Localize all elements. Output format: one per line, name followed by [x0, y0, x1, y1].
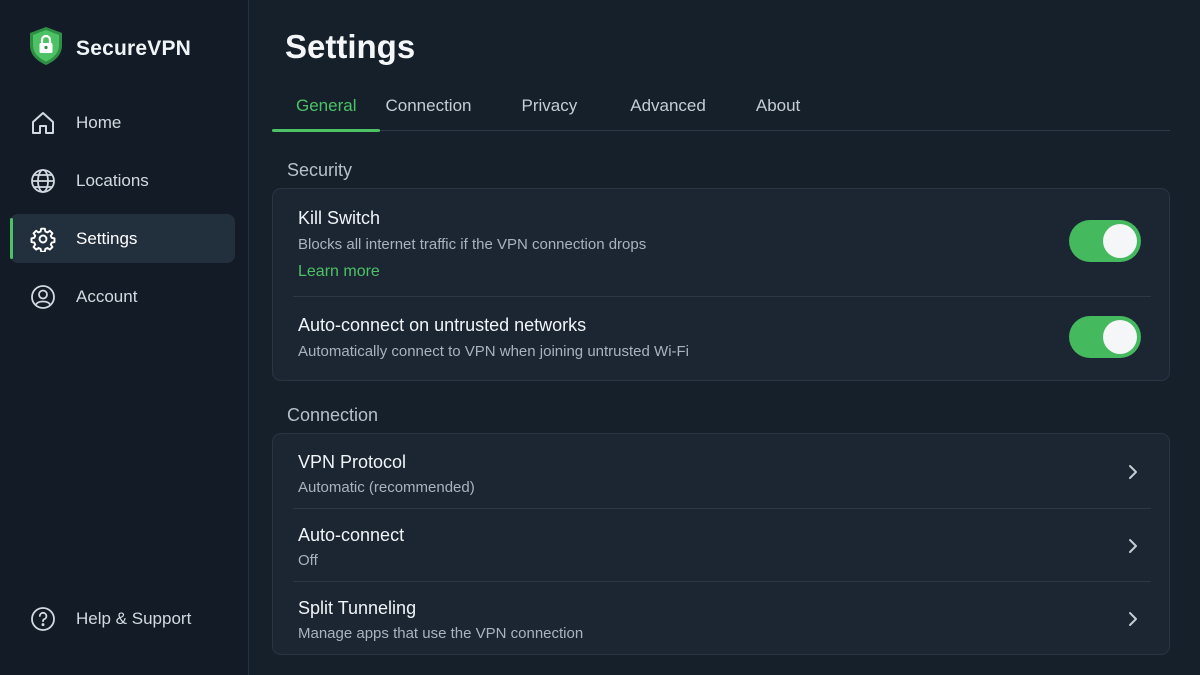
- sidebar-item-home[interactable]: Home: [10, 98, 235, 147]
- split-tunneling-title: Split Tunneling: [298, 598, 417, 618]
- brand: SecureVPN: [28, 26, 191, 71]
- sidebar-item-label: Locations: [76, 170, 149, 190]
- auto-connect-untrusted-title: Auto-connect on untrusted networks: [298, 315, 587, 335]
- vpn-protocol-value: Automatic (recommended): [298, 479, 475, 496]
- kill-switch-row: Kill Switch Blocks all internet traffic …: [273, 189, 1169, 296]
- kill-switch-title: Kill Switch: [298, 208, 381, 228]
- sidebar-item-label: Home: [76, 112, 122, 132]
- chevron-right-icon: [1129, 465, 1137, 479]
- split-tunneling-value: Manage apps that use the VPN connection: [298, 625, 584, 642]
- section-title-security: Security: [287, 160, 353, 180]
- learn-more-link[interactable]: Learn more: [298, 263, 380, 281]
- help-icon: [30, 606, 56, 632]
- auto-connect-untrusted-row: Auto-connect on untrusted networks Autom…: [273, 296, 1169, 380]
- tab-general[interactable]: General: [272, 88, 381, 132]
- auto-connect-untrusted-toggle[interactable]: [1069, 316, 1141, 358]
- home-icon: [30, 110, 56, 136]
- sidebar-item-label: Settings: [76, 228, 138, 248]
- auto-connect-untrusted-description: Automatically connect to VPN when joinin…: [298, 343, 690, 360]
- tab-privacy[interactable]: Privacy: [496, 88, 602, 131]
- auto-connect-row[interactable]: Auto-connect Off: [273, 508, 1169, 581]
- brand-name: SecureVPN: [76, 36, 192, 60]
- user-icon: [30, 284, 56, 310]
- chevron-right-icon: [1129, 539, 1137, 553]
- sidebar-item-account[interactable]: Account: [10, 272, 235, 321]
- vpn-protocol-title: VPN Protocol: [298, 452, 407, 472]
- sidebar: SecureVPN Home Locations Settings Accoun…: [0, 0, 249, 675]
- section-title-connection: Connection: [287, 405, 379, 425]
- sidebar-item-label: Account: [76, 286, 138, 306]
- security-card: Kill Switch Blocks all internet traffic …: [272, 188, 1170, 381]
- auto-connect-title: Auto-connect: [298, 525, 405, 545]
- help-support-label: Help & Support: [76, 609, 192, 628]
- tab-about[interactable]: About: [730, 88, 824, 131]
- split-tunneling-row[interactable]: Split Tunneling Manage apps that use the…: [273, 581, 1169, 654]
- vpn-protocol-row[interactable]: VPN Protocol Automatic (recommended): [273, 434, 1169, 508]
- toggle-knob: [1103, 224, 1137, 258]
- connection-card: VPN Protocol Automatic (recommended) Aut…: [272, 433, 1170, 655]
- gear-icon: [30, 226, 56, 252]
- help-support-link[interactable]: Help & Support: [30, 606, 191, 632]
- settings-main: Settings General Connection Privacy Adva…: [249, 0, 1200, 675]
- shield-lock-icon: [28, 26, 64, 71]
- app-window: SecureVPN Home Locations Settings Accoun…: [0, 0, 1200, 675]
- page-title: Settings: [285, 28, 416, 65]
- tab-advanced[interactable]: Advanced: [601, 88, 730, 131]
- sidebar-item-locations[interactable]: Locations: [10, 156, 235, 205]
- kill-switch-toggle[interactable]: [1069, 220, 1141, 262]
- sidebar-item-settings[interactable]: Settings: [10, 214, 235, 263]
- toggle-knob: [1103, 320, 1137, 354]
- settings-tabs: General Connection Privacy Advanced Abou…: [272, 88, 1170, 132]
- auto-connect-value: Off: [298, 552, 318, 569]
- globe-icon: [30, 168, 56, 194]
- tab-connection[interactable]: Connection: [380, 88, 495, 131]
- sidebar-nav: Home Locations Settings Account: [10, 98, 235, 330]
- chevron-right-icon: [1129, 612, 1137, 626]
- kill-switch-description: Blocks all internet traffic if the VPN c…: [298, 236, 647, 253]
